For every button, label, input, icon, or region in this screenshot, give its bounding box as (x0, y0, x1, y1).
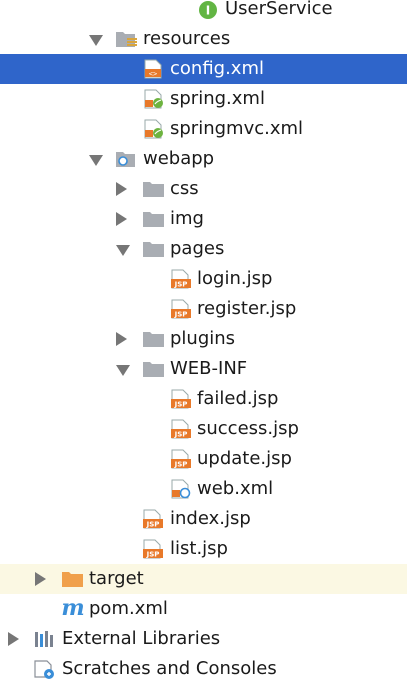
tree-item-pages[interactable]: pages (0, 234, 407, 264)
tree-item-label: pom.xml (89, 598, 168, 619)
svg-text:JSP: JSP (146, 521, 160, 529)
svg-text:JSP: JSP (174, 401, 188, 409)
svg-text:I: I (206, 4, 210, 18)
tree-item-label: Scratches and Consoles (62, 658, 277, 679)
tree-item-label: resources (143, 28, 231, 49)
tree-item-label: plugins (170, 328, 236, 349)
tree-item-target[interactable]: target (0, 564, 407, 594)
excluded-folder-icon (61, 569, 83, 589)
web-folder-icon (115, 149, 137, 169)
tree-item-list-jsp[interactable]: JSP list.jsp (0, 534, 407, 564)
tree-item-web-xml[interactable]: web.xml (0, 474, 407, 504)
tree-item-label: WEB-INF (170, 358, 248, 379)
folder-icon (142, 359, 164, 379)
chevron-right-icon[interactable] (116, 212, 127, 226)
tree-item-img[interactable]: img (0, 204, 407, 234)
tree-item-register-jsp[interactable]: JSP register.jsp (0, 294, 407, 324)
chevron-down-icon[interactable] (116, 365, 130, 376)
tree-item-label: login.jsp (197, 268, 273, 289)
tree-item-pom-xml[interactable]: m pom.xml (0, 594, 407, 624)
tree-item-label: css (170, 178, 199, 199)
tree-item-label: UserService (225, 0, 333, 19)
tree-item-scratches-and-consoles[interactable]: Scratches and Consoles (0, 654, 407, 684)
folder-icon (142, 209, 164, 229)
libraries-icon (33, 629, 55, 649)
tree-item-login-jsp[interactable]: JSP login.jsp (0, 264, 407, 294)
tree-item-config-xml[interactable]: <> config.xml (0, 54, 407, 84)
svg-text:JSP: JSP (174, 311, 188, 319)
tree-item-label: config.xml (170, 58, 264, 79)
tree-item-spring-xml[interactable]: spring.xml (0, 84, 407, 114)
chevron-down-icon[interactable] (116, 245, 130, 256)
tree-item-springmvc-xml[interactable]: springmvc.xml (0, 114, 407, 144)
tree-item-update-jsp[interactable]: JSP update.jsp (0, 444, 407, 474)
tree-item-label: register.jsp (197, 298, 297, 319)
tree-item-web-inf[interactable]: WEB-INF (0, 354, 407, 384)
spring-xml-icon (143, 89, 165, 109)
folder-icon (142, 239, 164, 259)
maven-icon: m (61, 597, 84, 619)
jsp-file-icon: JSP (170, 299, 192, 319)
jsp-file-icon: JSP (170, 449, 192, 469)
tree-item-userservice[interactable]: I UserService (0, 0, 407, 24)
svg-text:m: m (61, 597, 84, 619)
tree-item-label: spring.xml (170, 88, 265, 109)
jsp-file-icon: JSP (170, 419, 192, 439)
resources-folder-icon (115, 29, 137, 49)
tree-item-label: success.jsp (197, 418, 299, 439)
xml-file-icon: <> (143, 59, 165, 79)
tree-item-label: list.jsp (170, 538, 228, 559)
jsp-file-icon: JSP (142, 539, 164, 559)
tree-item-label: External Libraries (62, 628, 221, 649)
svg-text:JSP: JSP (174, 281, 188, 289)
tree-item-label: img (170, 208, 204, 229)
tree-item-external-libraries[interactable]: External Libraries (0, 624, 407, 654)
chevron-right-icon[interactable] (8, 632, 19, 646)
chevron-down-icon[interactable] (89, 155, 103, 166)
svg-text:JSP: JSP (174, 461, 188, 469)
tree-item-label: update.jsp (197, 448, 292, 469)
tree-item-plugins[interactable]: plugins (0, 324, 407, 354)
jsp-file-icon: JSP (142, 509, 164, 529)
tree-item-resources[interactable]: resources (0, 24, 407, 54)
tree-item-label: pages (170, 238, 225, 259)
tree-item-label: web.xml (197, 478, 274, 499)
tree-item-label: springmvc.xml (170, 118, 304, 139)
tree-item-label: index.jsp (170, 508, 251, 529)
svg-text:JSP: JSP (174, 431, 188, 439)
interface-icon: I (198, 0, 220, 20)
chevron-right-icon[interactable] (116, 182, 127, 196)
spring-xml-icon (143, 119, 165, 139)
tree-item-success-jsp[interactable]: JSP success.jsp (0, 414, 407, 444)
tree-item-label: failed.jsp (197, 388, 279, 409)
tree-item-css[interactable]: css (0, 174, 407, 204)
web-xml-icon (170, 479, 192, 499)
scratches-icon (33, 659, 55, 679)
tree-item-failed-jsp[interactable]: JSP failed.jsp (0, 384, 407, 414)
folder-icon (142, 179, 164, 199)
tree-item-index-jsp[interactable]: JSP index.jsp (0, 504, 407, 534)
svg-text:<>: <> (149, 70, 157, 78)
tree-item-webapp[interactable]: webapp (0, 144, 407, 174)
jsp-file-icon: JSP (170, 269, 192, 289)
chevron-down-icon[interactable] (89, 35, 103, 46)
tree-item-label: webapp (143, 148, 215, 169)
jsp-file-icon: JSP (170, 389, 192, 409)
tree-item-label: target (89, 568, 144, 589)
folder-icon (142, 329, 164, 349)
svg-text:JSP: JSP (146, 551, 160, 559)
chevron-right-icon[interactable] (116, 332, 127, 346)
chevron-right-icon[interactable] (35, 572, 46, 586)
